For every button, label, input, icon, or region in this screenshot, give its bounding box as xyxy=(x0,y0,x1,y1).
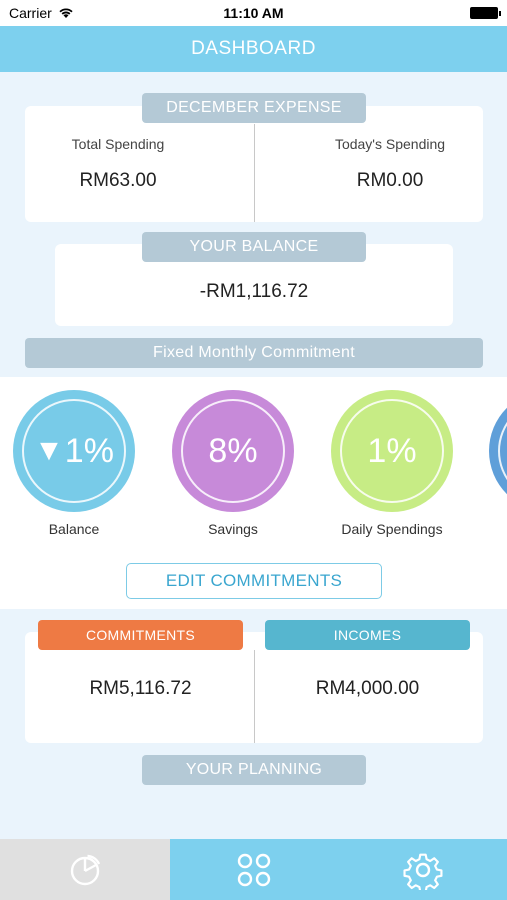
grid-icon xyxy=(237,853,271,886)
savings-circle-ring: 8% xyxy=(181,399,285,503)
expense-title: DECEMBER EXPENSE xyxy=(142,93,366,123)
next-circle-clip xyxy=(489,390,507,512)
tab-dashboard[interactable] xyxy=(170,839,338,900)
next-circle-ring xyxy=(498,399,507,503)
summary-divider xyxy=(254,650,255,743)
tab-bar xyxy=(0,839,507,900)
expense-divider xyxy=(254,124,255,222)
balance-circle-ring: ▼ 1% xyxy=(22,399,126,503)
tab-settings[interactable] xyxy=(338,839,507,900)
incomes-tag: INCOMES xyxy=(265,620,470,650)
savings-percent: 8% xyxy=(208,431,258,470)
commitments-value: RM5,116.72 xyxy=(89,678,192,699)
edit-commitments-button[interactable]: EDIT COMMITMENTS xyxy=(126,563,382,599)
balance-percent: 1% xyxy=(64,431,114,470)
balance-title: YOUR BALANCE xyxy=(142,232,366,262)
status-time: 11:10 AM xyxy=(223,5,284,21)
total-spending-label: Total Spending xyxy=(71,136,165,152)
commitment-title: Fixed Monthly Commitment xyxy=(25,338,483,368)
gear-icon xyxy=(402,853,443,890)
today-spending-value: RM0.00 xyxy=(356,170,424,191)
balance-value: -RM1,116.72 xyxy=(199,281,309,302)
today-spending-label: Today's Spending xyxy=(334,136,446,152)
triangle-down-icon: ▼ xyxy=(34,434,64,467)
commitments-tag: COMMITMENTS xyxy=(38,620,243,650)
next-circle[interactable] xyxy=(489,390,507,512)
carrier-label: Carrier xyxy=(9,5,52,21)
savings-circle-label: Savings xyxy=(208,521,258,537)
wifi-icon xyxy=(59,8,73,18)
savings-circle[interactable]: 8% xyxy=(172,390,294,512)
planning-title: YOUR PLANNING xyxy=(142,755,366,785)
daily-spendings-circle[interactable]: 1% xyxy=(331,390,453,512)
daily-spendings-circle-label: Daily Spendings xyxy=(341,521,443,537)
page-title: DASHBOARD xyxy=(191,38,316,59)
daily-spendings-circle-ring: 1% xyxy=(340,399,444,503)
status-bar: Carrier 11:10 AM xyxy=(0,0,507,26)
battery-icon xyxy=(470,7,501,19)
incomes-value: RM4,000.00 xyxy=(315,678,420,699)
header: DASHBOARD xyxy=(0,26,507,72)
total-spending-value: RM63.00 xyxy=(79,170,157,191)
balance-circle-label: Balance xyxy=(48,521,100,537)
daily-spendings-percent: 1% xyxy=(367,431,417,470)
pie-chart-icon xyxy=(70,854,101,885)
status-left: Carrier xyxy=(9,5,74,21)
balance-circle[interactable]: ▼ 1% xyxy=(13,390,135,512)
tab-chart[interactable] xyxy=(0,839,170,900)
